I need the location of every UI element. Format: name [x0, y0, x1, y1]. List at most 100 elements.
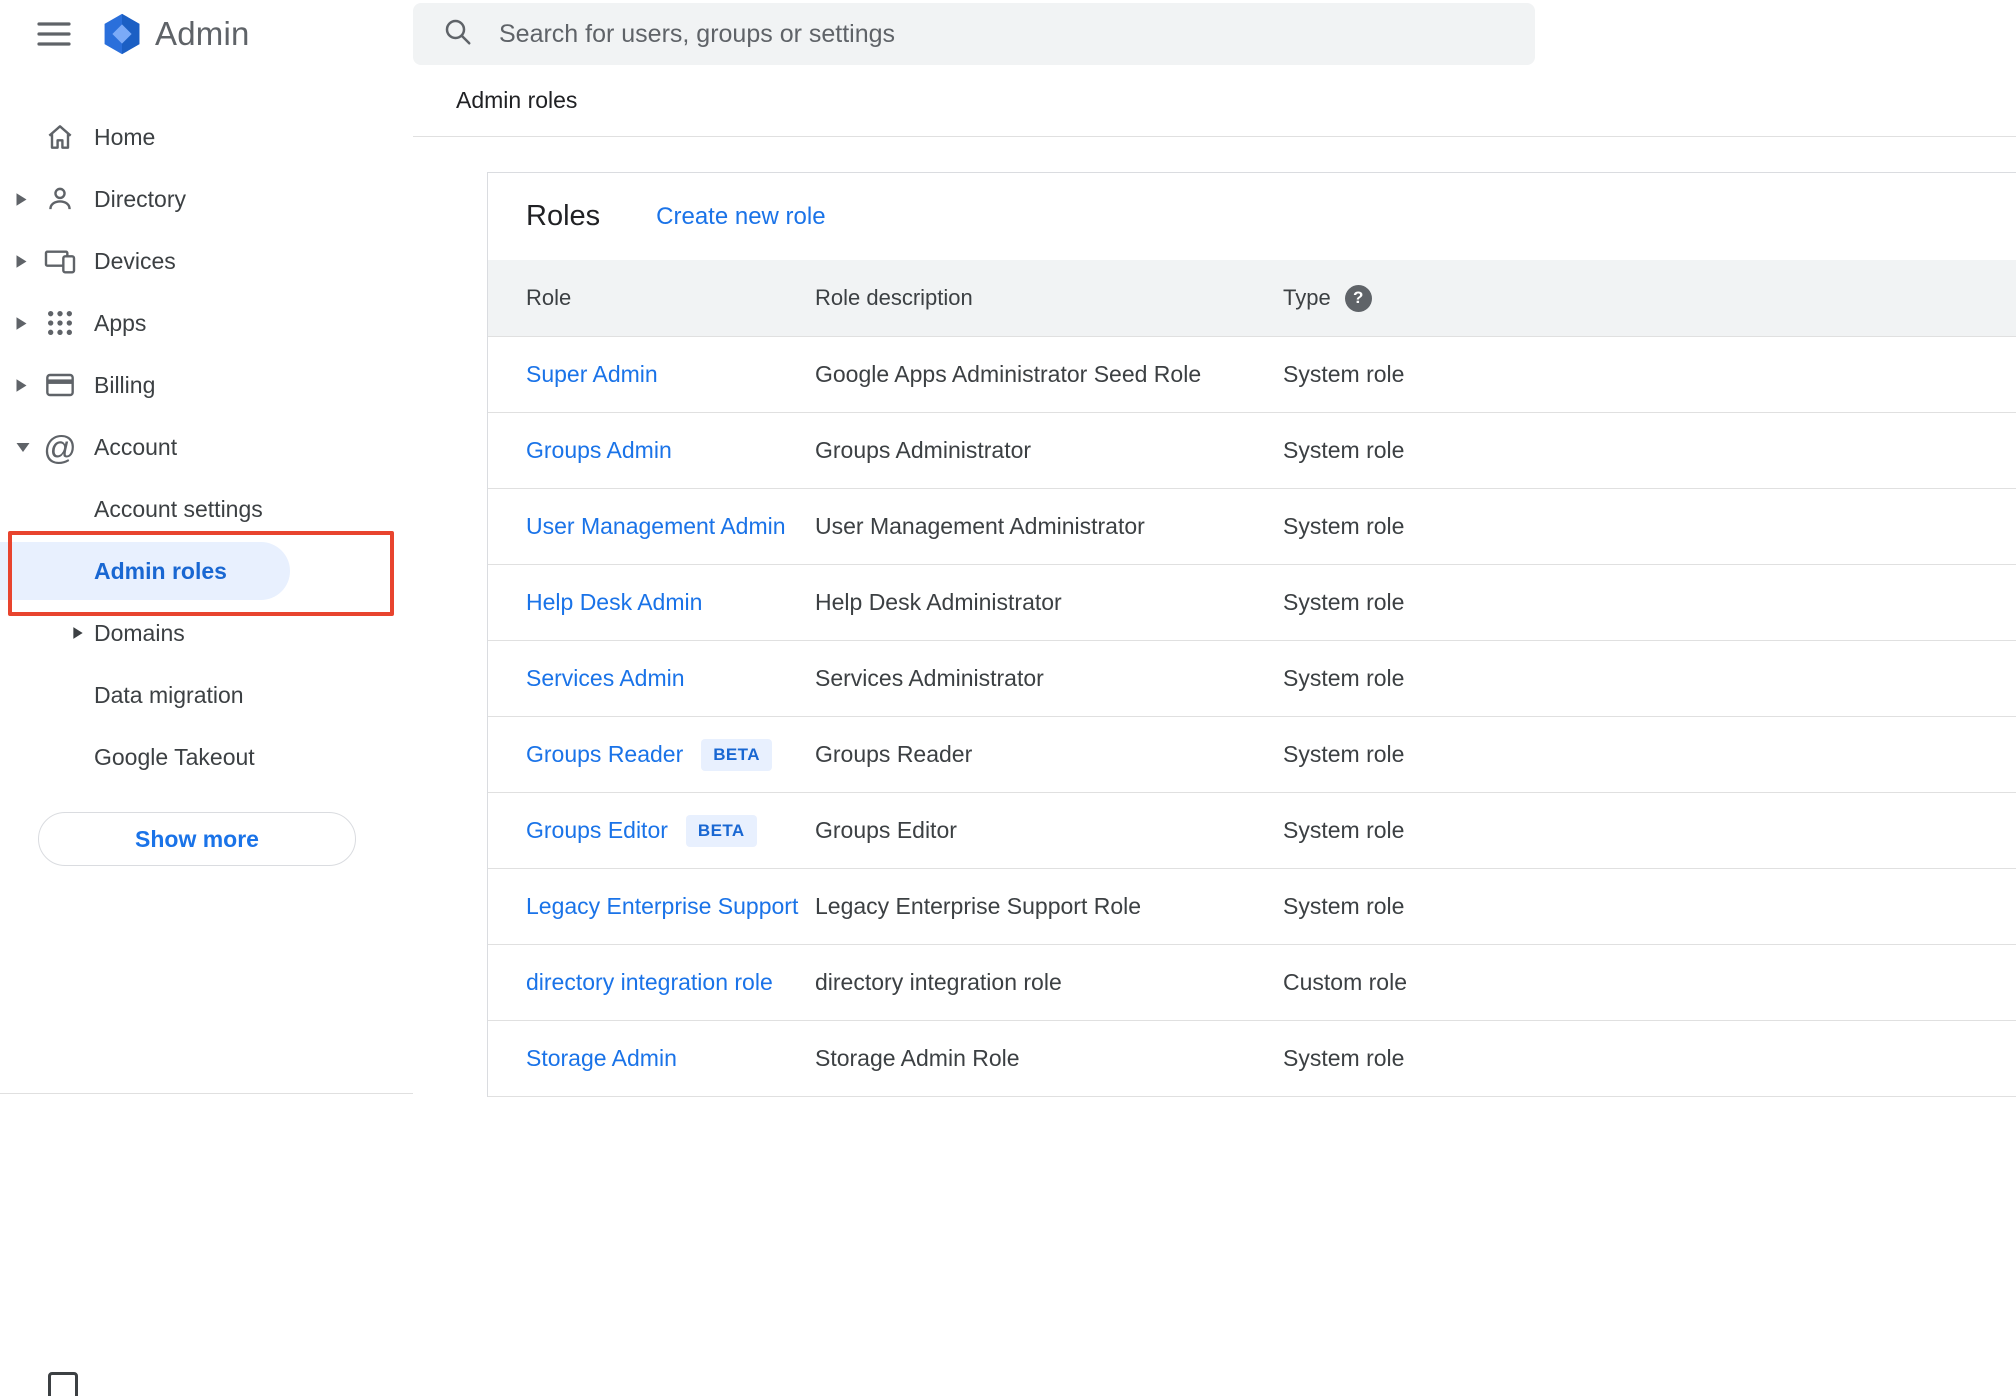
- role-cell: Groups Reader BETA: [526, 738, 815, 771]
- card-header: Roles Create new role: [488, 173, 2016, 260]
- chevron-down-icon[interactable]: [0, 441, 44, 454]
- apps-grid-icon: [44, 307, 76, 339]
- search-bar[interactable]: [413, 3, 1535, 65]
- sidebar-item-billing[interactable]: Billing: [0, 354, 413, 416]
- sidebar-item-apps[interactable]: Apps: [0, 292, 413, 354]
- sidebar-item-account-settings[interactable]: Account settings: [0, 478, 413, 540]
- role-cell: directory integration role: [526, 969, 815, 996]
- role-description: Groups Administrator: [815, 437, 1032, 463]
- sidebar-item-home[interactable]: Home: [0, 106, 413, 168]
- topbar: [413, 0, 2016, 65]
- beta-badge: BETA: [701, 738, 772, 771]
- sidebar-item-label: Google Takeout: [94, 743, 255, 770]
- table-row: Legacy Enterprise Support Legacy Enterpr…: [488, 869, 2016, 945]
- create-new-role-link[interactable]: Create new role: [656, 203, 825, 231]
- roles-card: Roles Create new role Role Role descript…: [487, 172, 2016, 1097]
- search-icon: [443, 17, 473, 52]
- hamburger-menu-icon[interactable]: [36, 19, 72, 49]
- role-link[interactable]: Help Desk Admin: [526, 589, 702, 616]
- role-cell: Super Admin: [526, 361, 815, 388]
- role-description: Groups Reader: [815, 741, 973, 767]
- column-header-type: Type ?: [1283, 284, 2016, 312]
- billing-card-icon: [44, 369, 76, 401]
- column-header-role: Role: [526, 285, 572, 310]
- brand: Admin: [36, 12, 413, 56]
- role-link[interactable]: Storage Admin: [526, 1045, 677, 1072]
- role-link[interactable]: Legacy Enterprise Support: [526, 893, 798, 920]
- role-link[interactable]: Super Admin: [526, 361, 658, 388]
- main: Roles Create new role Role Role descript…: [413, 137, 2016, 1396]
- breadcrumb-row: Admin roles: [413, 65, 2016, 137]
- table-row: directory integration role directory int…: [488, 945, 2016, 1021]
- role-cell: Groups Editor BETA: [526, 814, 815, 847]
- sidebar-item-label: Directory: [94, 185, 187, 212]
- app-title: Admin: [155, 15, 250, 52]
- role-description: Groups Editor: [815, 817, 957, 843]
- table-row: User Management Admin User Management Ad…: [488, 489, 2016, 565]
- sidebar-nav: Home Directory Devices Apps Billing @ Ac…: [0, 106, 413, 866]
- role-description: Help Desk Administrator: [815, 589, 1062, 615]
- home-icon: [44, 121, 76, 153]
- role-type: System role: [1283, 513, 1405, 539]
- search-input[interactable]: [499, 19, 1511, 49]
- role-cell: Services Admin: [526, 665, 815, 692]
- sidebar-header: Admin: [0, 0, 413, 106]
- role-link[interactable]: Groups Reader: [526, 741, 683, 768]
- google-admin-logo-icon[interactable]: [100, 12, 144, 56]
- table-row: Storage Admin Storage Admin Role System …: [488, 1021, 2016, 1097]
- sidebar-item-directory[interactable]: Directory: [0, 168, 413, 230]
- help-icon[interactable]: ?: [1344, 284, 1372, 312]
- chevron-right-icon[interactable]: [72, 626, 84, 640]
- role-type: System role: [1283, 361, 1405, 387]
- role-link[interactable]: Groups Admin: [526, 437, 672, 464]
- person-icon: [44, 183, 76, 215]
- role-type: System role: [1283, 437, 1405, 463]
- role-type: System role: [1283, 817, 1405, 843]
- table-row: Groups Admin Groups Administrator System…: [488, 413, 2016, 489]
- sidebar-item-devices[interactable]: Devices: [0, 230, 413, 292]
- role-type: System role: [1283, 665, 1405, 691]
- column-header-type-label: Type: [1283, 285, 1331, 310]
- role-description: directory integration role: [815, 969, 1062, 995]
- content-area: Admin roles Roles Create new role Role R…: [413, 0, 2016, 1396]
- role-cell: Groups Admin: [526, 437, 815, 464]
- role-cell: Storage Admin: [526, 1045, 815, 1072]
- sidebar-item-label: Apps: [94, 309, 147, 336]
- table-row: Super Admin Google Apps Administrator Se…: [488, 337, 2016, 413]
- role-link[interactable]: Groups Editor: [526, 817, 668, 844]
- role-type: System role: [1283, 1045, 1405, 1071]
- role-link[interactable]: Services Admin: [526, 665, 685, 692]
- role-cell: Help Desk Admin: [526, 589, 815, 616]
- role-description: User Management Administrator: [815, 513, 1145, 539]
- chevron-right-icon[interactable]: [0, 378, 44, 393]
- role-link[interactable]: directory integration role: [526, 969, 773, 996]
- chevron-right-icon[interactable]: [0, 316, 44, 331]
- chevron-right-icon[interactable]: [0, 192, 44, 207]
- sidebar-item-account[interactable]: @ Account: [0, 416, 413, 478]
- sidebar-item-domains[interactable]: Domains: [0, 602, 413, 664]
- sidebar-item-label: Account: [94, 433, 178, 460]
- sidebar-item-google-takeout[interactable]: Google Takeout: [0, 726, 413, 788]
- role-link[interactable]: User Management Admin: [526, 513, 786, 540]
- sidebar-item-label: Home: [94, 123, 156, 150]
- sidebar-item-label: Billing: [94, 371, 156, 398]
- table-row: Groups Editor BETA Groups Editor System r…: [488, 793, 2016, 869]
- breadcrumb: Admin roles: [456, 87, 578, 113]
- sidebar-item-label: Data migration: [94, 681, 244, 708]
- table-row: Help Desk Admin Help Desk Administrator …: [488, 565, 2016, 641]
- role-description: Services Administrator: [815, 665, 1044, 691]
- show-more-button[interactable]: Show more: [38, 812, 356, 866]
- sidebar-item-label: Devices: [94, 247, 176, 274]
- column-header-description: Role description: [815, 285, 973, 310]
- beta-badge: BETA: [685, 814, 757, 847]
- sidebar-item-data-migration[interactable]: Data migration: [0, 664, 413, 726]
- sidebar-item-admin-roles[interactable]: Admin roles: [0, 540, 413, 602]
- devices-icon: [44, 245, 76, 277]
- table-row: Services Admin Services Administrator Sy…: [488, 641, 2016, 717]
- sidebar-divider: [0, 1093, 413, 1094]
- role-type: System role: [1283, 893, 1405, 919]
- sidebar-item-label: Account settings: [94, 495, 263, 522]
- chevron-right-icon[interactable]: [0, 254, 44, 269]
- role-cell: Legacy Enterprise Support: [526, 893, 815, 920]
- at-icon: @: [43, 428, 77, 466]
